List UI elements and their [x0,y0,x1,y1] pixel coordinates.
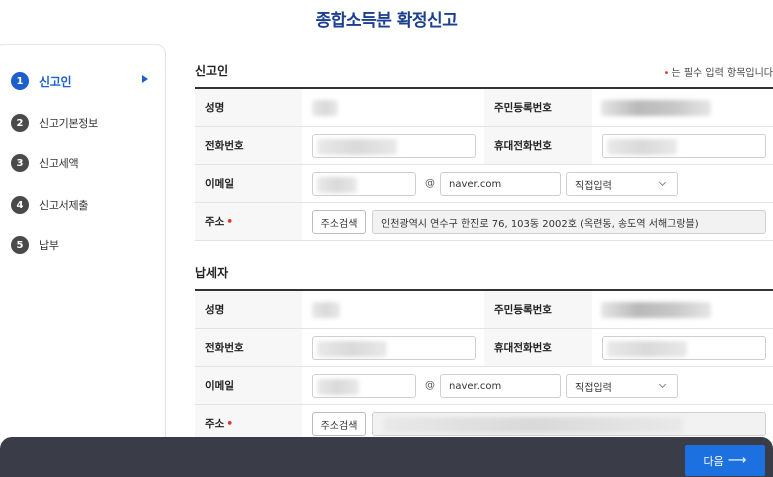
taxpayer-email-id-input[interactable] [312,374,416,398]
step-number: 1 [11,72,29,90]
reporter-rrn-value [601,100,711,116]
step-label: 신고세액 [39,157,79,170]
email-at-sign: @ [425,380,435,391]
step-item-tax-amount[interactable]: 3 신고세액 [11,153,79,173]
taxpayer-email-domain-input[interactable]: naver.com [440,374,561,398]
masked-value [317,177,357,193]
reporter-row-name: 성명 주민등록번호 [195,89,773,127]
reporter-row-phone: 전화번호 휴대전화번호 [195,127,773,165]
taxpayer-address-field[interactable] [372,412,766,436]
step-item-reporter[interactable]: 1 신고인 [11,71,72,91]
reporter-phone-input[interactable] [312,134,476,158]
address-label-text: 주소 [205,216,225,228]
mobile-label: 휴대전화번호 [484,329,592,366]
reporter-email-id-input[interactable] [312,172,416,196]
step-number: 4 [11,196,29,214]
reporter-mobile-input[interactable] [602,134,766,158]
email-at-sign: @ [425,178,435,189]
email-label: 이메일 [195,165,302,202]
step-item-basic-info[interactable]: 2 신고기본정보 [11,113,98,133]
address-label: 주소 • [195,203,302,240]
step-label: 납부 [39,239,59,252]
step-item-payment[interactable]: 5 납부 [11,235,59,255]
reporter-form-table: 성명 주민등록번호 전화번호 휴대전화번호 이메일 @ naver.com 직접… [195,87,773,241]
page-title: 종합소득분 확정신고 [315,11,458,31]
step-number: 3 [11,154,29,172]
step-label: 신고기본정보 [39,117,98,130]
reporter-email-domain-input[interactable]: naver.com [440,172,561,196]
phone-label: 전화번호 [195,127,302,164]
next-button-label: 다음 [703,454,724,468]
masked-value [383,417,683,433]
chevron-down-icon [658,380,667,389]
chevron-down-icon [658,178,667,187]
taxpayer-name-value [312,302,340,318]
taxpayer-email-domain-select[interactable]: 직접입력 [566,374,678,398]
step-number: 5 [11,236,29,254]
masked-value [317,341,387,357]
masked-value [317,379,359,395]
reporter-address-field[interactable]: 인천광역시 연수구 한진로 76, 103동 2002호 (옥련동, 송도역 서… [372,210,766,234]
address-label-text: 주소 [205,418,225,430]
rrn-label: 주민등록번호 [484,89,592,126]
reporter-address-search-button[interactable]: 주소검색 [312,210,366,234]
reporter-row-email: 이메일 @ naver.com 직접입력 [195,165,773,203]
phone-label: 전화번호 [195,329,302,366]
taxpayer-section-title: 납세자 [195,266,229,280]
rrn-label: 주민등록번호 [484,291,592,328]
masked-value [317,139,397,155]
required-marker: • [226,417,234,430]
reporter-email-domain-select[interactable]: 직접입력 [566,172,678,196]
required-field-note: • 는 필수 입력 항목입니다 [664,64,773,79]
taxpayer-form-table: 성명 주민등록번호 전화번호 휴대전화번호 이메일 @ naver.com 직접… [195,289,773,443]
masked-value [607,139,677,155]
active-step-arrow-icon [142,75,148,83]
taxpayer-row-phone: 전화번호 휴대전화번호 [195,329,773,367]
reporter-name-value [312,100,338,116]
taxpayer-phone-input[interactable] [312,336,476,360]
step-label: 신고인 [39,74,72,89]
required-note-text: 는 필수 입력 항목입니다 [671,68,773,79]
taxpayer-mobile-input[interactable] [602,336,766,360]
required-marker: • [226,215,234,228]
taxpayer-rrn-value [601,302,711,318]
step-number: 2 [11,114,29,132]
name-label: 성명 [195,89,302,126]
next-button[interactable]: 다음 ⟶ [685,445,765,476]
required-marker: • [663,68,670,79]
masked-value [607,341,687,357]
reporter-row-address: 주소 • 주소검색 인천광역시 연수구 한진로 76, 103동 2002호 (옥… [195,203,773,241]
step-sidebar: 1 신고인 2 신고기본정보 3 신고세액 4 신고서제출 5 납부 [0,44,166,444]
step-label: 신고서제출 [39,199,89,212]
taxpayer-row-email: 이메일 @ naver.com 직접입력 [195,367,773,405]
name-label: 성명 [195,291,302,328]
reporter-section-title: 신고인 [195,64,229,78]
taxpayer-address-search-button[interactable]: 주소검색 [312,412,366,436]
select-value: 직접입력 [575,382,612,394]
step-item-submit[interactable]: 4 신고서제출 [11,195,88,215]
arrow-right-icon: ⟶ [727,453,747,468]
taxpayer-row-name: 성명 주민등록번호 [195,291,773,329]
select-value: 직접입력 [575,180,612,192]
email-label: 이메일 [195,367,302,404]
bottom-action-bar: 다음 ⟶ [0,437,773,477]
mobile-label: 휴대전화번호 [484,127,592,164]
